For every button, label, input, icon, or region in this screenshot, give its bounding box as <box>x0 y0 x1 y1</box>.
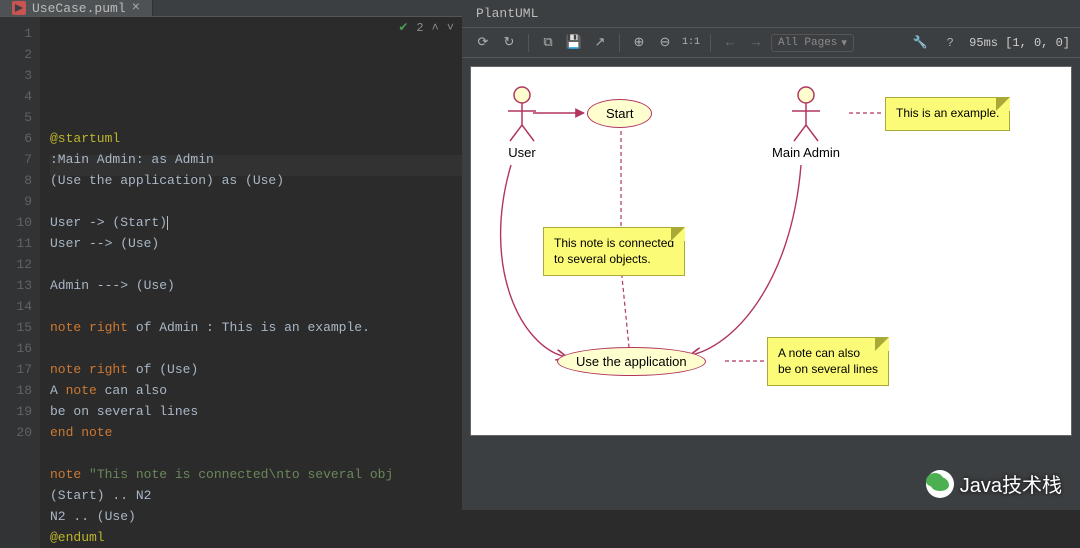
chevron-up-icon[interactable]: ˄ <box>432 21 439 35</box>
canvas-wrapper: Use (curve) --> Use --> UserMain AdminSt… <box>462 58 1080 510</box>
preview-title: PlantUML <box>462 0 1080 28</box>
code-line[interactable] <box>50 296 462 317</box>
refresh-icon[interactable]: ⟳ <box>472 32 494 54</box>
code-line[interactable]: note right of Admin : This is an example… <box>50 317 462 338</box>
editor-body[interactable]: 1234567891011121314151617181920 @startum… <box>0 17 462 548</box>
save-icon[interactable]: 💾 <box>563 32 585 54</box>
pages-label: All Pages <box>778 37 837 49</box>
usecase-Start: Start <box>587 99 652 128</box>
pages-dropdown[interactable]: All Pages ▾ <box>771 34 854 52</box>
code-line[interactable]: @enduml <box>50 527 462 548</box>
puml-icon <box>12 1 26 15</box>
diagram-canvas[interactable]: Use (curve) --> Use --> UserMain AdminSt… <box>470 66 1072 436</box>
code-line[interactable]: note "This note is connected\nto several… <box>50 464 462 485</box>
separator <box>528 34 529 52</box>
code-line[interactable]: end note <box>50 422 462 443</box>
actor-label: Main Admin <box>771 145 841 160</box>
actor-label: User <box>487 145 557 160</box>
code-line[interactable]: A note can also <box>50 380 462 401</box>
watermark: Java技术栈 <box>926 469 1062 498</box>
tab-bar: UseCase.puml × <box>0 0 462 17</box>
note-connected: This note is connectedto several objects… <box>543 227 685 276</box>
file-tab-label: UseCase.puml <box>32 1 126 16</box>
help-icon[interactable]: ? <box>939 32 961 54</box>
wrench-icon[interactable]: 🔧 <box>909 32 931 54</box>
note-multiline: A note can alsobe on several lines <box>767 337 889 386</box>
zoom-out-icon[interactable]: ⊖ <box>654 32 676 54</box>
code-line[interactable]: Admin ---> (Use) <box>50 275 462 296</box>
code-line[interactable] <box>50 254 462 275</box>
editor-pane: UseCase.puml × 1234567891011121314151617… <box>0 0 462 510</box>
actor-MainAdmin: Main Admin <box>771 85 841 160</box>
file-tab-usecase[interactable]: UseCase.puml × <box>0 0 153 16</box>
chevron-down-icon: ▾ <box>841 36 847 50</box>
export-icon[interactable]: ↗ <box>589 32 611 54</box>
code-line[interactable]: :Main Admin: as Admin <box>50 149 462 170</box>
actor-User: User <box>487 85 557 160</box>
preview-pane: PlantUML ⟳ ↻ ⧉ 💾 ↗ ⊕ ⊖ 1:1 ← → All Pages… <box>462 0 1080 510</box>
prev-page-icon[interactable]: ← <box>719 32 741 54</box>
code-line[interactable]: note right of (Use) <box>50 359 462 380</box>
next-page-icon[interactable]: → <box>745 32 767 54</box>
problems-count[interactable]: 2 <box>416 21 423 35</box>
code-area[interactable]: @startuml:Main Admin: as Admin(Use the a… <box>40 17 462 548</box>
wechat-icon <box>926 470 954 498</box>
close-icon[interactable]: × <box>132 0 140 16</box>
check-icon[interactable]: ✔ <box>398 20 408 35</box>
note-example: This is an example. <box>885 97 1010 131</box>
code-line[interactable]: be on several lines <box>50 401 462 422</box>
separator <box>619 34 620 52</box>
render-timing: 🔧 ? 95ms [1, 0, 0] <box>909 32 1070 54</box>
chevron-down-icon[interactable]: ˅ <box>447 21 454 35</box>
reload-icon[interactable]: ↻ <box>498 32 520 54</box>
code-line[interactable] <box>50 191 462 212</box>
usecase-Use: Use the application <box>557 347 706 376</box>
zoom-reset-icon[interactable]: 1:1 <box>680 32 702 54</box>
zoom-in-icon[interactable]: ⊕ <box>628 32 650 54</box>
code-line[interactable] <box>50 443 462 464</box>
code-line[interactable]: @startuml <box>50 128 462 149</box>
separator <box>710 34 711 52</box>
code-line[interactable]: (Use the application) as (Use) <box>50 170 462 191</box>
code-line[interactable]: User --> (Use) <box>50 233 462 254</box>
code-line[interactable]: User -> (Start) <box>50 212 462 233</box>
code-line[interactable]: N2 .. (Use) <box>50 506 462 527</box>
preview-toolbar: ⟳ ↻ ⧉ 💾 ↗ ⊕ ⊖ 1:1 ← → All Pages ▾ 🔧 ? 95… <box>462 28 1080 58</box>
editor-inline-toolbar: ✔ 2 ˄ ˅ <box>398 20 454 35</box>
code-line[interactable] <box>50 338 462 359</box>
copy-icon[interactable]: ⧉ <box>537 32 559 54</box>
timing-label: 95ms [1, 0, 0] <box>969 36 1070 50</box>
line-gutter: 1234567891011121314151617181920 <box>0 17 40 548</box>
code-line[interactable]: (Start) .. N2 <box>50 485 462 506</box>
watermark-text: Java技术栈 <box>960 469 1062 498</box>
